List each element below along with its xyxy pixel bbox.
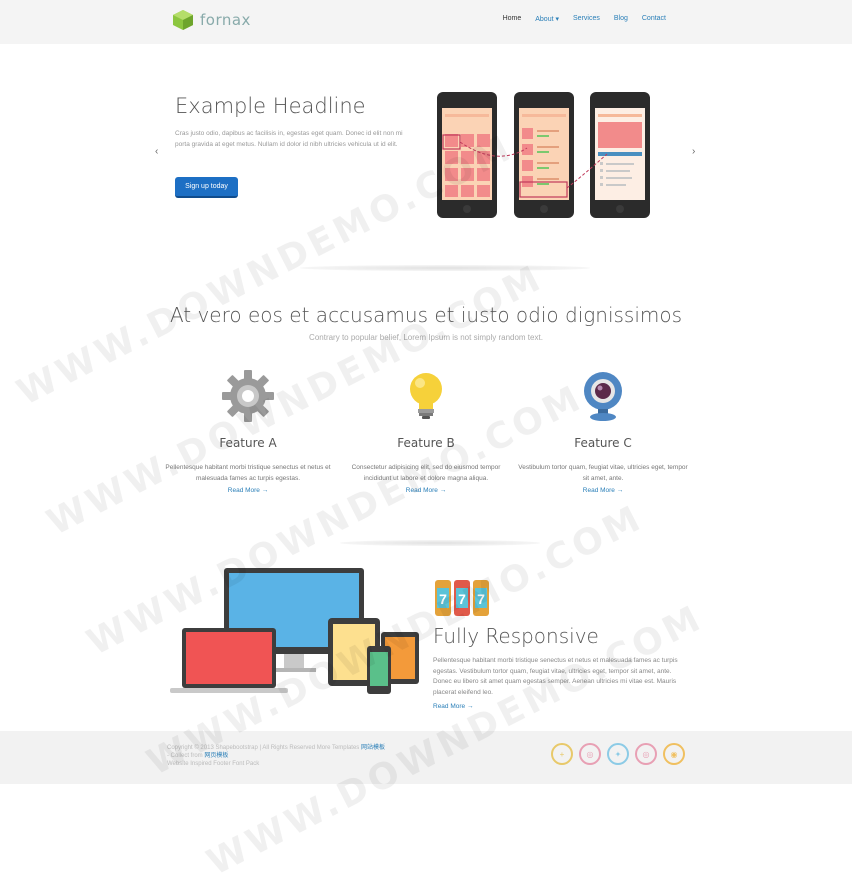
phones-illustration — [437, 92, 650, 218]
footer-collect: - Collect from — [167, 753, 203, 759]
feature-b: Feature B Consectetur adipisicing elit, … — [341, 368, 511, 494]
devices-illustration — [170, 568, 419, 694]
responsive-title: Fully Responsive — [433, 624, 599, 648]
footer-copyright: Copyright © 2013 Shapebootstrap | All Ri… — [167, 745, 360, 751]
feature-b-text: Consectetur adipisicing elit, sed do eiu… — [351, 464, 501, 482]
main-nav: Home About ▾ Services Blog Contact — [503, 15, 666, 23]
dribbble-icon[interactable]: ◎ — [579, 743, 601, 765]
site-footer: Copyright © 2013 Shapebootstrap | All Ri… — [0, 731, 852, 784]
footer-text: Copyright © 2013 Shapebootstrap | All Ri… — [167, 744, 385, 768]
social-links: + ◎ ✦ ◎ ◉ — [551, 743, 685, 765]
feature-c-title: Feature C — [574, 436, 632, 450]
feature-c: Feature C Vestibulum tortor quam, feugia… — [518, 368, 688, 494]
carousel-prev-arrow[interactable]: ‹ — [155, 146, 158, 157]
twitter-icon[interactable]: ✦ — [607, 743, 629, 765]
divider-shadow — [340, 540, 540, 546]
feature-a-text: Pellentesque habitant morbi tristique se… — [165, 464, 331, 482]
footer-line3: Website Inspired Footer Font Pack — [167, 761, 260, 767]
signup-button[interactable]: Sign up today — [175, 177, 238, 198]
features-subtitle: Contrary to popular belief, Lorem Ipsum … — [309, 333, 543, 342]
slot-digit: 7 — [477, 591, 485, 607]
feature-b-title: Feature B — [397, 436, 455, 450]
responsive-text: Pellentesque habitant morbi tristique se… — [433, 657, 678, 696]
feature-a: Feature A Pellentesque habitant morbi tr… — [163, 368, 333, 494]
responsive-read-more-link[interactable]: Read More → — [433, 703, 473, 710]
lightbulb-icon — [341, 368, 511, 424]
nav-services[interactable]: Services — [573, 15, 600, 23]
webcam-icon — [518, 368, 688, 424]
feature-a-read-more-link[interactable]: Read More → — [163, 487, 333, 494]
dribbble-icon[interactable]: ◎ — [635, 743, 657, 765]
nav-about[interactable]: About ▾ — [535, 15, 559, 23]
slot-digit: 7 — [439, 591, 447, 607]
nav-home[interactable]: Home — [503, 15, 522, 23]
divider-shadow — [300, 265, 590, 271]
features-title: At vero eos et accusamus et iusto odio d… — [169, 303, 683, 327]
gear-icon — [163, 368, 333, 424]
carousel-next-arrow[interactable]: › — [692, 146, 695, 157]
feature-a-title: Feature A — [219, 436, 277, 450]
hero-title: Example Headline — [175, 94, 366, 118]
nav-blog[interactable]: Blog — [614, 15, 628, 23]
rss-icon[interactable]: ◉ — [663, 743, 685, 765]
plus-icon[interactable]: + — [551, 743, 573, 765]
slot-machine-icon: 7 7 7 — [435, 580, 489, 616]
footer-templates-link[interactable]: 网站模板 — [361, 745, 385, 751]
hero-carousel: Example Headline Cras justo odio, dapibu… — [0, 44, 852, 264]
logo-cube-icon — [173, 10, 193, 30]
slot-digit: 7 — [458, 591, 466, 607]
logo-text: fornax — [200, 11, 251, 29]
footer-collect-link[interactable]: 网页模板 — [204, 753, 228, 759]
feature-c-read-more-link[interactable]: Read More → — [518, 487, 688, 494]
site-header: fornax Home About ▾ Services Blog Contac… — [0, 0, 852, 44]
hero-text: Cras justo odio, dapibus ac facilisis in… — [175, 130, 403, 148]
feature-c-text: Vestibulum tortor quam, feugiat vitae, u… — [518, 464, 688, 482]
nav-contact[interactable]: Contact — [642, 15, 666, 23]
logo[interactable]: fornax — [172, 9, 251, 31]
feature-b-read-more-link[interactable]: Read More → — [341, 487, 511, 494]
